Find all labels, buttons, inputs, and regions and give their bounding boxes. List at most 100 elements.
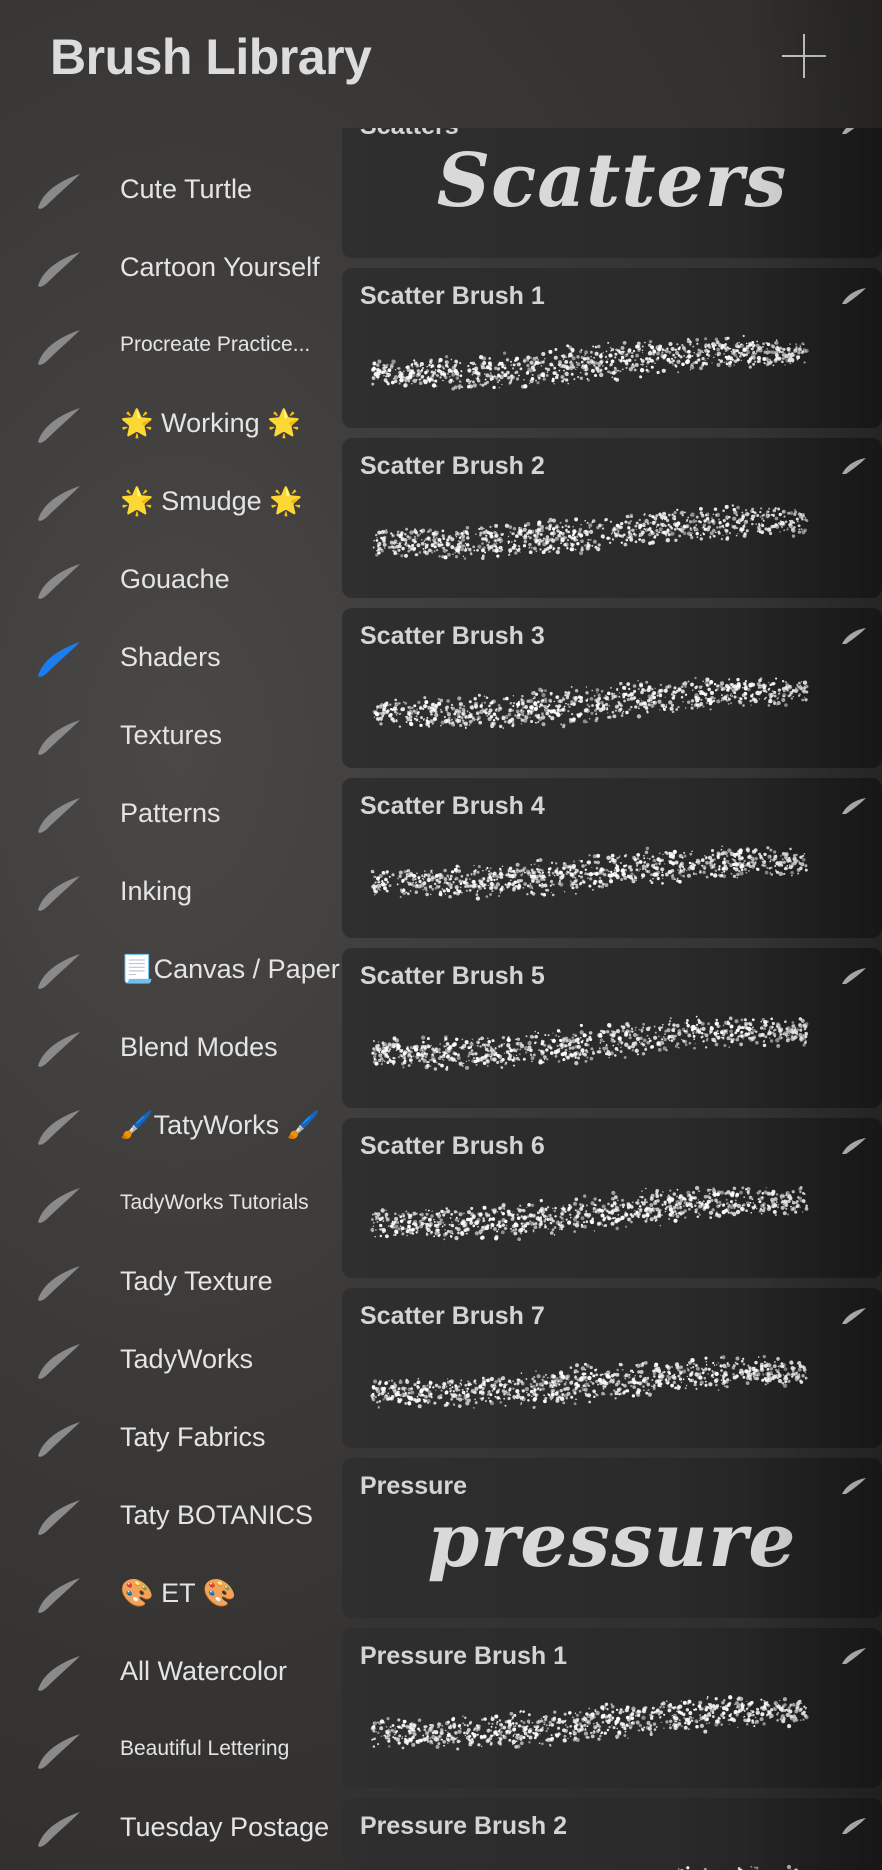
brush-set-item[interactable]: Blend Modes xyxy=(0,1008,342,1086)
brush-card[interactable]: Scatter Brush 3 xyxy=(342,608,882,768)
brush-set-item[interactable]: Gouache xyxy=(0,540,342,618)
brush-card[interactable]: Scatter Brush 6 xyxy=(342,1118,882,1278)
brush-card[interactable]: Pressure Brush 2 xyxy=(342,1798,882,1870)
add-brush-set-button[interactable] xyxy=(782,34,826,78)
brush-name: Pressure Brush 2 xyxy=(360,1812,568,1840)
brush-stroke-preview xyxy=(372,504,809,561)
brush-set-label: 🎨 ET 🎨 xyxy=(120,1578,237,1608)
feather-icon xyxy=(840,454,868,478)
brush-name: Pressure Brush 1 xyxy=(360,1642,568,1670)
brush-stroke-preview xyxy=(678,1864,803,1870)
brush-set-icon xyxy=(34,1412,84,1462)
feather-icon xyxy=(840,1814,868,1838)
feather-icon xyxy=(840,624,868,648)
brush-card[interactable]: Scatter Brush 7 xyxy=(342,1288,882,1448)
brush-set-item[interactable]: 🌟 Smudge 🌟 xyxy=(0,462,342,540)
feather-icon xyxy=(840,1134,868,1158)
brush-set-list: Cute Turtle Cartoon Yourself Procreate Pra… xyxy=(0,150,342,1866)
brush-name: Scatter Brush 3 xyxy=(360,622,545,650)
brush-set-icon xyxy=(34,164,84,214)
brush-card[interactable]: ScattersScatters xyxy=(342,128,882,258)
brush-card[interactable]: Scatter Brush 5 xyxy=(342,948,882,1108)
brush-card[interactable]: Scatter Brush 2 xyxy=(342,438,882,598)
feather-icon xyxy=(840,1474,868,1498)
brush-set-label: 📃Canvas / Paper xyxy=(120,954,340,984)
brush-set-icon xyxy=(34,554,84,604)
brush-set-icon xyxy=(34,476,84,526)
brush-set-icon xyxy=(34,1178,84,1228)
brush-set-item[interactable]: Procreate Practice... xyxy=(0,306,342,384)
brush-set-item[interactable]: Patterns xyxy=(0,774,342,852)
brush-set-icon xyxy=(34,1022,84,1072)
brush-set-item[interactable]: Shaders xyxy=(0,618,342,696)
brush-set-item[interactable]: Beautiful Lettering xyxy=(0,1710,342,1788)
brush-set-label: Beautiful Lettering xyxy=(120,1737,290,1760)
brush-set-item[interactable]: TadyWorks Tutorials xyxy=(0,1164,342,1242)
brush-set-item[interactable]: 📃Canvas / Paper xyxy=(0,930,342,1008)
brush-set-icon xyxy=(34,1724,84,1774)
brush-name: Scatter Brush 6 xyxy=(360,1132,545,1160)
brush-card[interactable]: Pressure Brush 1 xyxy=(342,1628,882,1788)
brush-set-label: Taty BOTANICS xyxy=(120,1500,314,1530)
brush-card[interactable]: Scatter Brush 1 xyxy=(342,268,882,428)
brush-set-icon xyxy=(34,1568,84,1618)
brush-set-label: Cartoon Yourself xyxy=(120,252,320,282)
brush-set-item[interactable]: Taty Fabrics xyxy=(0,1398,342,1476)
brush-set-item[interactable]: Inking xyxy=(0,852,342,930)
brush-set-icon xyxy=(34,1100,84,1150)
brush-set-label: Cute Turtle xyxy=(120,174,253,204)
brush-set-label: Tuesday Postage xyxy=(120,1812,330,1842)
brush-stroke-preview xyxy=(370,1354,808,1409)
feather-icon xyxy=(840,1644,868,1668)
brush-list: ScattersScatters Scatter Brush 1 Scatter B… xyxy=(342,128,882,1870)
brush-card[interactable]: Pressure pressure xyxy=(342,1458,882,1618)
brush-name: Scatter Brush 2 xyxy=(360,452,545,480)
brush-set-label: Procreate Practice... xyxy=(120,333,311,356)
brush-name: Scatter Brush 4 xyxy=(360,792,545,820)
brush-set-item[interactable]: All Watercolor xyxy=(0,1632,342,1710)
brush-set-item[interactable]: TadyWorks xyxy=(0,1320,342,1398)
brush-name: Scatter Brush 1 xyxy=(360,282,545,310)
brush-set-icon xyxy=(34,1256,84,1306)
brush-stroke-preview xyxy=(370,1695,809,1751)
brush-set-icon xyxy=(34,1646,84,1696)
brush-name: Scatter Brush 7 xyxy=(360,1302,545,1330)
brush-set-icon xyxy=(34,1490,84,1540)
brush-set-label: 🌟 Smudge 🌟 xyxy=(120,486,303,516)
brush-set-icon xyxy=(34,1334,84,1384)
feather-icon xyxy=(840,964,868,988)
brush-set-label: Gouache xyxy=(120,564,230,594)
brush-preview-text: pressure xyxy=(427,1498,797,1584)
brush-set-label: Shaders xyxy=(120,642,221,672)
brush-set-item[interactable]: Taty BOTANICS xyxy=(0,1476,342,1554)
brush-set-item[interactable]: Tuesday Postage xyxy=(0,1788,342,1866)
header: Brush Library xyxy=(0,0,882,120)
brush-set-item[interactable]: 🖌️TatyWorks 🖌️ xyxy=(0,1086,342,1164)
brush-set-item[interactable]: Cute Turtle xyxy=(0,150,342,228)
brush-stroke-preview xyxy=(371,1015,809,1071)
feather-icon xyxy=(840,284,868,308)
brush-set-label: TadyWorks xyxy=(120,1344,254,1374)
brush-set-item[interactable]: Tady Texture xyxy=(0,1242,342,1320)
brush-set-item[interactable]: 🎨 ET 🎨 xyxy=(0,1554,342,1632)
brush-name: Scatter Brush 5 xyxy=(360,962,545,990)
brush-set-icon xyxy=(34,242,84,292)
brush-set-label: 🌟 Working 🌟 xyxy=(120,408,301,438)
brush-set-label: TadyWorks Tutorials xyxy=(120,1191,309,1214)
brush-set-item[interactable]: Textures xyxy=(0,696,342,774)
brush-set-icon xyxy=(34,320,84,370)
brush-set-icon xyxy=(34,710,84,760)
brush-set-icon xyxy=(34,866,84,916)
brush-stroke-preview xyxy=(371,334,809,391)
brush-card[interactable]: Scatter Brush 4 xyxy=(342,778,882,938)
brush-preview-text: Scatters xyxy=(436,138,788,224)
brush-set-label: 🖌️TatyWorks 🖌️ xyxy=(120,1110,321,1140)
brush-set-item[interactable]: Cartoon Yourself xyxy=(0,228,342,306)
brush-set-item[interactable]: 🌟 Working 🌟 xyxy=(0,384,342,462)
brush-set-icon xyxy=(34,944,84,994)
brush-set-label: Textures xyxy=(120,720,223,750)
brush-set-label: Tady Texture xyxy=(120,1266,273,1296)
brush-set-label: Inking xyxy=(120,876,193,906)
brush-set-icon xyxy=(34,1802,84,1852)
feather-icon xyxy=(840,794,868,818)
